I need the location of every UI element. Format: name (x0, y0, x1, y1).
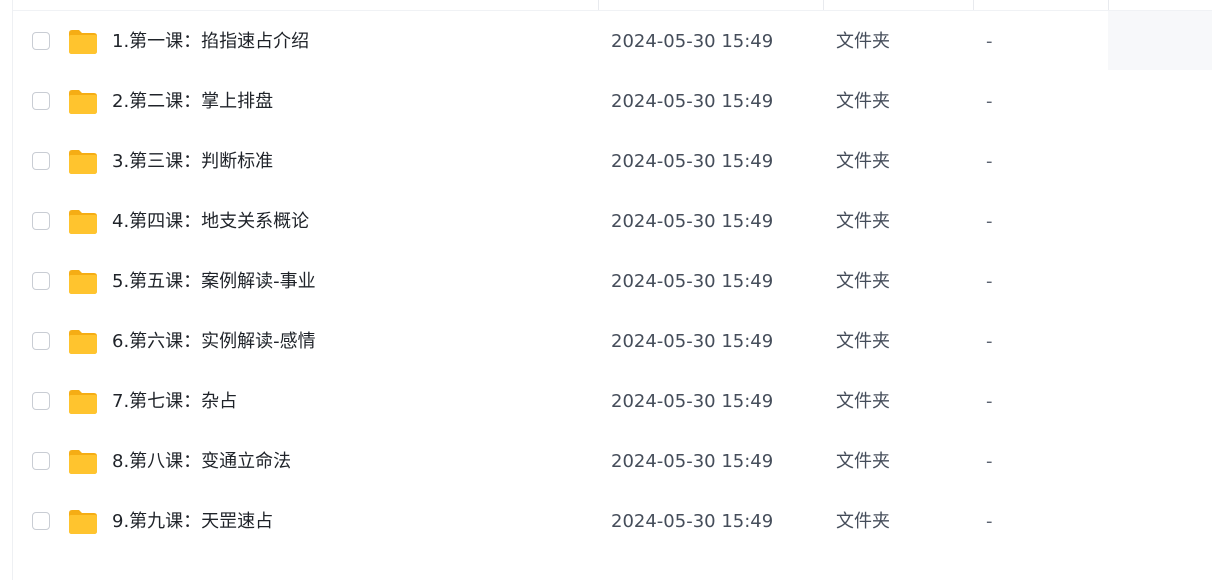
file-name[interactable]: 2.第二课：掌上排盘 (112, 91, 273, 113)
file-type: 文件夹 (836, 91, 890, 112)
row-checkbox[interactable] (32, 332, 50, 350)
modified-time: 2024-05-30 15:49 (611, 391, 774, 412)
folder-icon (68, 29, 98, 55)
modified-time: 2024-05-30 15:49 (611, 31, 774, 52)
modified-time: 2024-05-30 15:49 (611, 451, 774, 472)
row-checkbox[interactable] (32, 92, 50, 110)
row-checkbox[interactable] (32, 152, 50, 170)
table-row[interactable]: 7.第七课：杂占 2024-05-30 15:49 文件夹 - (13, 372, 1212, 432)
file-size: - (986, 91, 993, 112)
row-checkbox[interactable] (32, 32, 50, 50)
header-divider-end[interactable] (1108, 0, 1109, 10)
modified-time: 2024-05-30 15:49 (611, 511, 774, 532)
file-name[interactable]: 5.第五课：案例解读-事业 (112, 271, 316, 293)
table-row[interactable]: 1.第一课：掐指速占介绍 2024-05-30 15:49 文件夹 - (13, 12, 1212, 72)
header-divider-time[interactable] (598, 0, 599, 10)
file-type: 文件夹 (836, 391, 890, 412)
file-name[interactable]: 9.第九课：天罡速占 (112, 511, 273, 533)
file-size: - (986, 511, 993, 532)
table-row[interactable]: 6.第六课：实例解读-感情 2024-05-30 15:49 文件夹 - (13, 312, 1212, 372)
file-type: 文件夹 (836, 331, 890, 352)
modified-time: 2024-05-30 15:49 (611, 151, 774, 172)
file-type: 文件夹 (836, 271, 890, 292)
file-size: - (986, 211, 993, 232)
row-checkbox[interactable] (32, 452, 50, 470)
file-type: 文件夹 (836, 511, 890, 532)
file-browser: 1.第一课：掐指速占介绍 2024-05-30 15:49 文件夹 -2.第二课：掌上… (0, 0, 1212, 580)
folder-icon (68, 89, 98, 115)
column-header (13, 0, 1212, 11)
folder-icon (68, 389, 98, 415)
folder-icon (68, 329, 98, 355)
file-name[interactable]: 3.第三课：判断标准 (112, 151, 273, 173)
file-size: - (986, 151, 993, 172)
file-list: 1.第一课：掐指速占介绍 2024-05-30 15:49 文件夹 -2.第二课：掌上… (13, 12, 1212, 552)
file-type: 文件夹 (836, 451, 890, 472)
header-divider-type[interactable] (823, 0, 824, 10)
file-name[interactable]: 6.第六课：实例解读-感情 (112, 331, 316, 353)
table-row[interactable]: 4.第四课：地支关系概论 2024-05-30 15:49 文件夹 - (13, 192, 1212, 252)
folder-icon (68, 509, 98, 535)
file-type: 文件夹 (836, 211, 890, 232)
table-row[interactable]: 9.第九课：天罡速占 2024-05-30 15:49 文件夹 - (13, 492, 1212, 552)
modified-time: 2024-05-30 15:49 (611, 211, 774, 232)
modified-time: 2024-05-30 15:49 (611, 331, 774, 352)
folder-icon (68, 209, 98, 235)
file-size: - (986, 271, 993, 292)
row-checkbox[interactable] (32, 392, 50, 410)
row-checkbox[interactable] (32, 512, 50, 530)
file-size: - (986, 451, 993, 472)
table-row[interactable]: 2.第二课：掌上排盘 2024-05-30 15:49 文件夹 - (13, 72, 1212, 132)
folder-icon (68, 269, 98, 295)
file-size: - (986, 391, 993, 412)
file-name[interactable]: 7.第七课：杂占 (112, 391, 237, 413)
table-row[interactable]: 5.第五课：案例解读-事业 2024-05-30 15:49 文件夹 - (13, 252, 1212, 312)
row-checkbox[interactable] (32, 212, 50, 230)
file-name[interactable]: 8.第八课：变通立命法 (112, 451, 291, 473)
modified-time: 2024-05-30 15:49 (611, 271, 774, 292)
header-divider-size[interactable] (973, 0, 974, 10)
file-size: - (986, 31, 993, 52)
folder-icon (68, 449, 98, 475)
modified-time: 2024-05-30 15:49 (611, 91, 774, 112)
folder-icon (68, 149, 98, 175)
row-checkbox[interactable] (32, 272, 50, 290)
file-type: 文件夹 (836, 151, 890, 172)
file-type: 文件夹 (836, 31, 890, 52)
table-row[interactable]: 8.第八课：变通立命法 2024-05-30 15:49 文件夹 - (13, 432, 1212, 492)
file-size: - (986, 331, 993, 352)
table-row[interactable]: 3.第三课：判断标准 2024-05-30 15:49 文件夹 - (13, 132, 1212, 192)
file-name[interactable]: 4.第四课：地支关系概论 (112, 211, 309, 233)
file-name[interactable]: 1.第一课：掐指速占介绍 (112, 31, 309, 53)
